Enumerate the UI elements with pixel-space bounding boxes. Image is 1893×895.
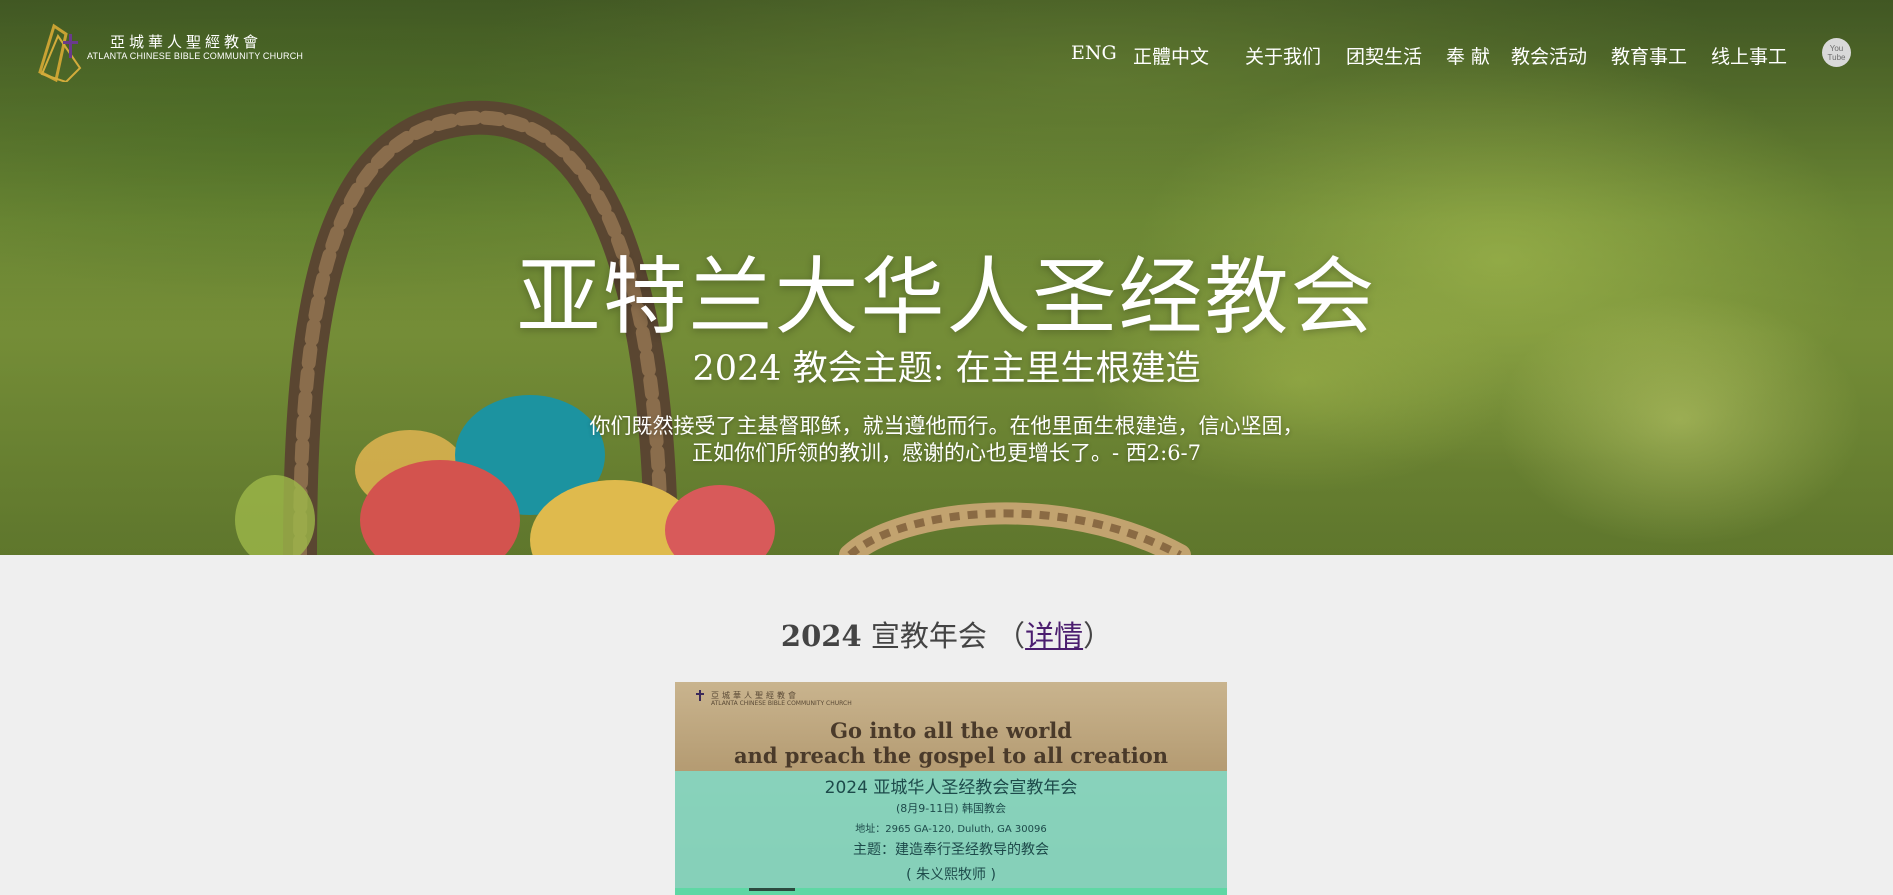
egg-pink (665, 485, 775, 555)
nav-fellowship[interactable]: 团契生活 (1346, 42, 1422, 69)
hero-verse-line-2: 正如你们所领的教训，感谢的心也更增长了。- 西2:6-7 (691, 441, 1202, 465)
youtube-icon[interactable]: You Tube (1822, 38, 1851, 67)
nav-church-events[interactable]: 教会活动 (1511, 42, 1587, 69)
heading-text: 宣教年会 （ (861, 619, 1026, 653)
poster-title: 2024 亚城华人圣经教会宣教年会 (824, 778, 1078, 798)
nav-offering[interactable]: 奉 献 (1446, 42, 1490, 69)
poster-address: 地址：2965 GA-120, Duluth, GA 30096 (855, 824, 1047, 835)
poster-logo-icon (696, 690, 704, 701)
poster-verse-line-2: and preach the gospel to all creation (733, 743, 1169, 768)
youtube-icon-top: You (1829, 44, 1844, 53)
heading-close: ） (1083, 619, 1113, 653)
nav-eng[interactable]: ENG (1071, 42, 1117, 64)
poster-logo-en: ATLANTA CHINESE BIBLE COMMUNITY CHURCH (711, 700, 852, 707)
poster-verse-line-1: Go into all the world (830, 718, 1072, 743)
hero-title: 亚特兰大华人圣经教会 (516, 248, 1377, 346)
poster-bottom-accent (749, 888, 795, 891)
nav-about-us[interactable]: 关于我们 (1245, 42, 1321, 69)
hero-banner: 亞城華人聖經教會 ATLANTA CHINESE BIBLE COMMUNITY… (0, 0, 1893, 555)
nav-traditional-chinese[interactable]: 正體中文 (1133, 42, 1209, 69)
hero-subtitle: 2024 教会主题: 在主里生根建造 (692, 349, 1201, 389)
hero-verse: 你们既然接受了主基督耶稣，就当遵他而行。在他里面生根建造，信心坚固， 正如你们所… (0, 413, 1893, 467)
youtube-icon-bottom: Tube (1827, 53, 1846, 62)
nav-education[interactable]: 教育事工 (1611, 42, 1687, 69)
section-heading: 2024 宣教年会 （详情） (0, 613, 1893, 655)
poster-date: (8月9-11日) 韩国教会 (895, 802, 1007, 815)
details-link[interactable]: 详情 (1025, 619, 1083, 653)
heading-year: 2024 (780, 619, 862, 653)
main-nav: ENG 正體中文 关于我们 团契生活 奉 献 教会活动 教育事工 线上事工 (0, 42, 1893, 72)
mission-conference-poster[interactable]: 亞城華人聖經教會 ATLANTA CHINESE BIBLE COMMUNITY… (675, 682, 1227, 895)
hero-verse-line-1: 你们既然接受了主基督耶稣，就当遵他而行。在他里面生根建造，信心坚固， (589, 414, 1304, 438)
poster-theme: 主题：建造奉行圣经教导的教会 (853, 842, 1049, 858)
nav-online-ministry[interactable]: 线上事工 (1711, 42, 1787, 69)
poster-speaker: ( 朱义熙牧师 ) (906, 867, 996, 883)
